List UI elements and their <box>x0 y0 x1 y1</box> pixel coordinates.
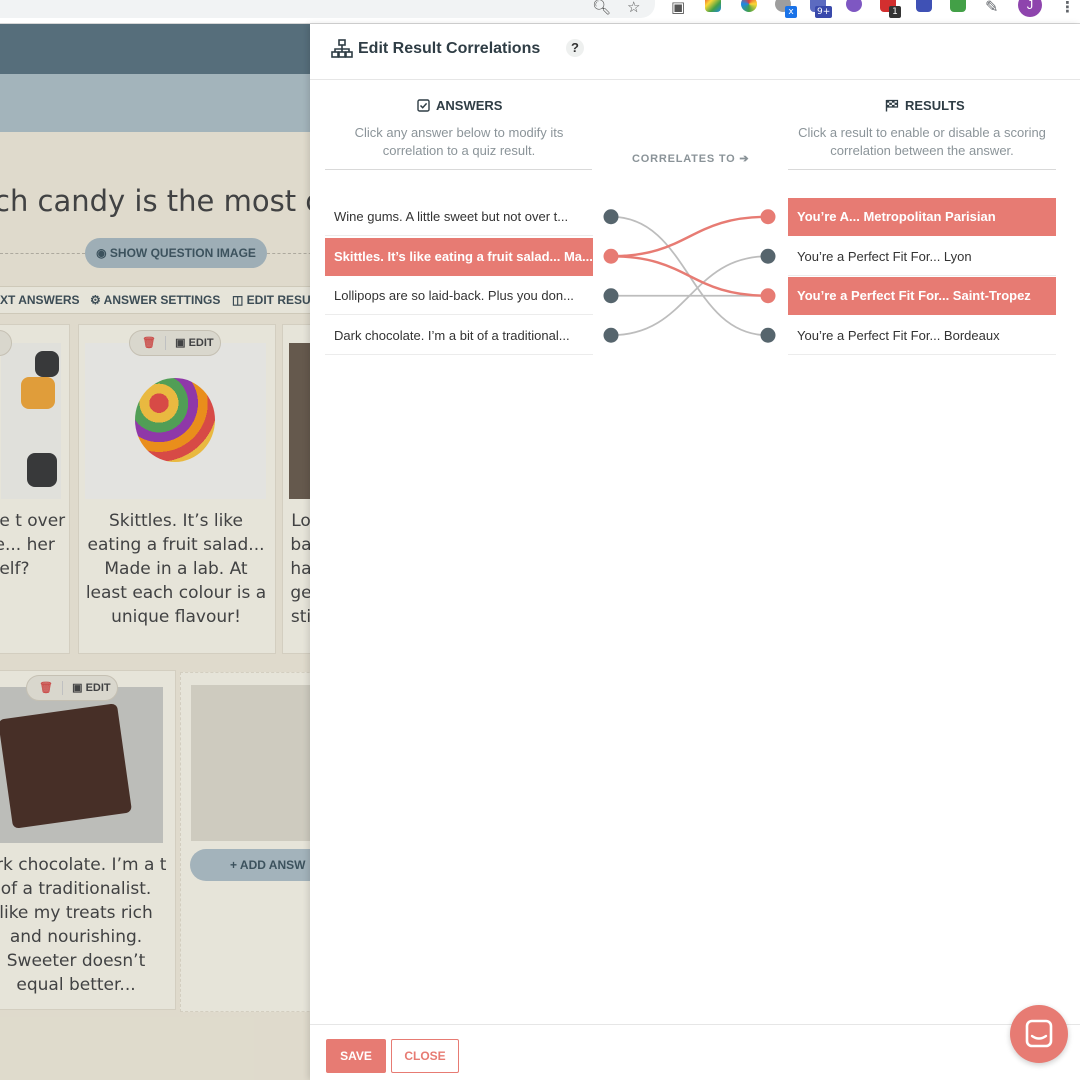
extension-badge: 1 <box>889 6 901 18</box>
edit-result-correlations-panel: Edit Result Correlations ? ANSWERS Click… <box>310 24 1080 1080</box>
panel-footer: SAVE CLOSE <box>310 1024 1080 1080</box>
answer-row[interactable]: Wine gums. A little sweet but not over t… <box>325 198 593 236</box>
puzzle-extensions-icon[interactable]: ✎ <box>985 0 998 18</box>
browser-menu-icon[interactable]: ⋮ <box>1060 0 1075 18</box>
clipboard-extension-icon[interactable] <box>916 0 932 12</box>
result-connector-node[interactable] <box>760 248 776 264</box>
correlation-link <box>610 215 769 258</box>
extension-badge: 9+ <box>815 6 833 18</box>
result-connector-node[interactable] <box>760 209 776 225</box>
zoom-icon[interactable]: 🔍︎ <box>592 0 611 18</box>
answer-connector-node[interactable] <box>603 288 619 304</box>
chat-icon <box>1025 1019 1053 1048</box>
answer-row[interactable]: Lollipops are so laid-back. Plus you don… <box>325 277 593 315</box>
result-connector-node[interactable] <box>760 327 776 343</box>
checklist-extension-icon[interactable] <box>950 0 966 12</box>
correlation-link <box>610 255 769 297</box>
save-button[interactable]: SAVE <box>326 1039 386 1073</box>
answer-row[interactable]: Skittles. It’s like eating a fruit salad… <box>325 237 593 276</box>
color-picker-extension-icon[interactable] <box>741 0 757 12</box>
close-button[interactable]: CLOSE <box>391 1039 459 1073</box>
shield-extension-icon[interactable] <box>846 0 862 12</box>
pinwheel-extension-icon[interactable] <box>705 0 721 12</box>
answer-connector-node[interactable] <box>603 327 619 343</box>
result-row[interactable]: You’re a Perfect Fit For... Lyon <box>788 238 1056 276</box>
browser-toolbar: 🔍︎ ☆ ▣ x 9+ 1 ✎ J ⋮ <box>0 0 1080 24</box>
answer-connector-node[interactable] <box>603 209 619 225</box>
answer-row[interactable]: Dark chocolate. I’m a bit of a tradition… <box>325 317 593 355</box>
result-row[interactable]: You’re a Perfect Fit For... Bordeaux <box>788 317 1056 355</box>
result-connector-node[interactable] <box>760 288 776 304</box>
result-row[interactable]: You’re A... Metropolitan Parisian <box>788 198 1056 236</box>
address-bar[interactable] <box>0 0 655 18</box>
modal-backdrop[interactable] <box>0 24 310 1080</box>
profile-avatar[interactable]: J <box>1018 0 1042 17</box>
chat-launcher-button[interactable] <box>1010 1005 1068 1063</box>
answer-connector-node[interactable] <box>603 248 619 264</box>
extension-badge: x <box>785 6 797 18</box>
bookmark-star-icon[interactable]: ☆ <box>627 0 640 18</box>
result-row[interactable]: You’re a Perfect Fit For... Saint-Tropez <box>788 277 1056 315</box>
camera-extension-icon[interactable]: ▣ <box>671 0 685 18</box>
